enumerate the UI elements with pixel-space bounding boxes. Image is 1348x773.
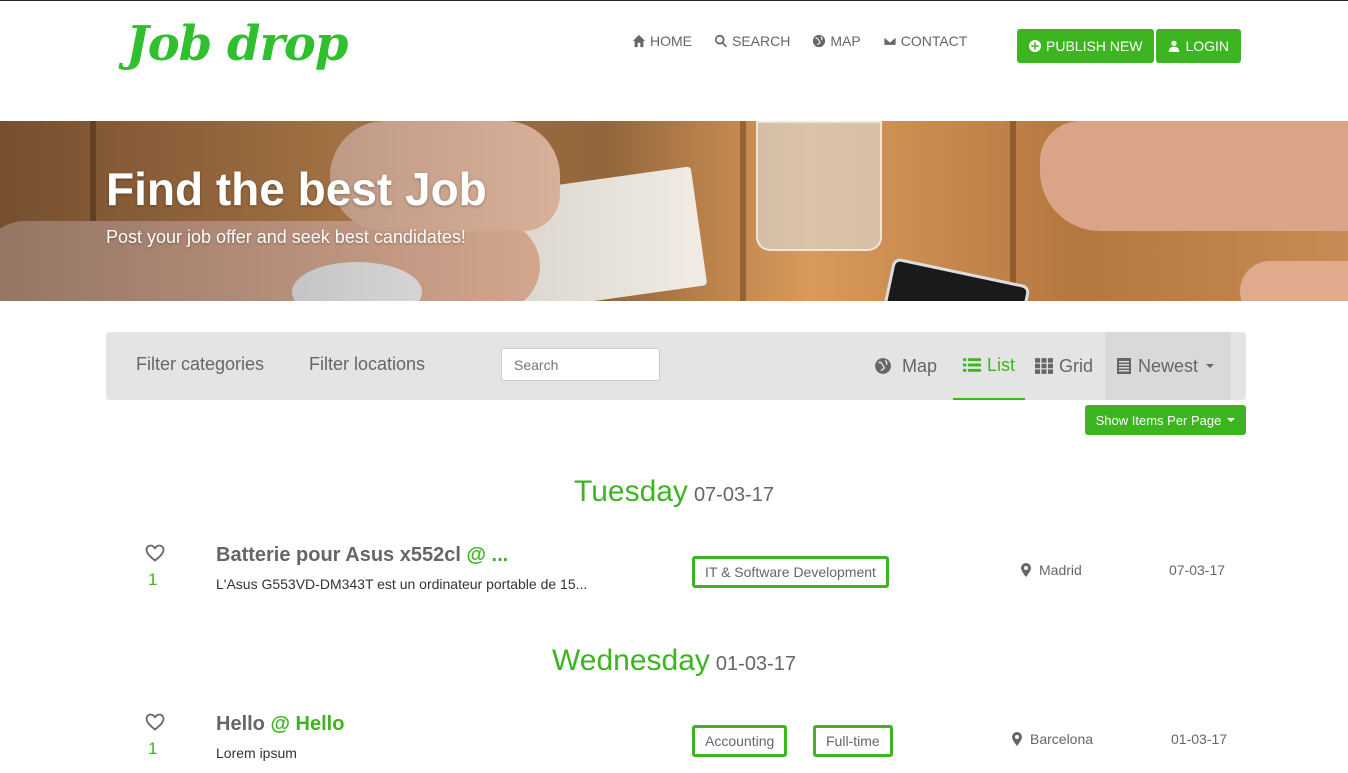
listing-description: Lorem ipsum [216,745,297,761]
location-label: Barcelona [1030,731,1094,747]
login-label: LOGIN [1185,38,1230,54]
water-glass-image [756,121,882,251]
document-icon [1117,358,1131,374]
listing-title-text: Hello [216,713,265,735]
listing-date: 07-03-17 [1169,562,1226,578]
publish-new-button[interactable]: PUBLISH NEW [1017,29,1155,63]
user-icon [1169,40,1180,52]
listing-company: @ Hello [270,713,345,735]
search-input[interactable] [501,348,660,381]
header-actions: PUBLISH NEW LOGIN [1017,29,1242,63]
category-tag[interactable]: Accounting [692,725,788,757]
caret-down-icon [1206,364,1215,368]
location-label: Madrid [1039,562,1082,578]
caret-down-icon [1227,418,1236,422]
map-marker-icon [1021,563,1031,577]
listing-title[interactable]: Hello @ Hello [216,713,344,736]
home-icon [632,34,646,48]
view-map-label: Map [902,355,938,376]
listing-date: 01-03-17 [1171,731,1228,747]
publish-new-label: PUBLISH NEW [1046,38,1143,54]
day-name: Wednesday [552,644,710,677]
map-marker-icon [1012,732,1022,746]
nav-home[interactable]: HOME [632,33,692,49]
filter-locations-button[interactable]: Filter locations [309,354,425,375]
search-icon [715,34,728,48]
hero-title: Find the best Job [106,163,487,215]
day-date: 01-03-17 [715,653,796,675]
listing-row: 1 Hello @ Hello Lorem ipsum Accounting F… [0,713,1348,773]
listing-location: Barcelona [1012,731,1093,747]
listing-location: Madrid [1021,562,1082,578]
like-count: 1 [148,570,158,589]
day-name: Tuesday [573,475,688,508]
top-border [0,0,1348,1]
nav-contact-label: CONTACT [900,33,968,49]
category-tag[interactable]: IT & Software Development [692,556,889,588]
nav-search-label: SEARCH [732,33,791,49]
login-button[interactable]: LOGIN [1156,29,1242,63]
listing-row: 1 Batterie pour Asus x552cl @ ... L'Asus… [0,544,1348,604]
listing-company: @ ... [466,544,509,566]
nav-map[interactable]: MAP [812,33,861,49]
hand-image [1240,261,1348,301]
listing-title-text: Batterie pour Asus x552cl [216,544,461,566]
view-grid-label: Grid [1059,355,1094,376]
listing-description: L'Asus G553VD-DM343T est un ordinateur p… [216,576,588,592]
list-icon [963,358,981,372]
envelope-icon [883,36,897,46]
like-count: 1 [148,739,158,758]
globe-icon [875,358,891,374]
view-grid-button[interactable]: Grid [1035,332,1093,400]
grid-icon [1035,358,1053,374]
items-per-page-label: Show Items Per Page [1095,412,1222,428]
site-logo[interactable]: Job drop [126,16,348,72]
view-map-button[interactable]: Map [874,332,937,400]
table-plank-line [740,121,746,301]
job-type-tag[interactable]: Full-time [813,725,893,757]
sort-dropdown[interactable]: Newest [1105,332,1231,400]
listing-title[interactable]: Batterie pour Asus x552cl @ ... [216,544,508,567]
table-plank-line [1010,121,1016,301]
filter-categories-button[interactable]: Filter categories [136,354,264,375]
nav-contact[interactable]: CONTACT [883,33,968,49]
hand-image [1040,121,1348,231]
hero-subtitle: Post your job offer and seek best candid… [106,227,466,247]
phone-image [881,257,1031,301]
heart-icon[interactable] [145,713,165,731]
heart-icon[interactable] [145,544,165,562]
items-per-page-button[interactable]: Show Items Per Page [1085,405,1246,435]
plus-circle-icon [1029,40,1041,52]
day-heading: Wednesday 01-03-17 [0,644,1348,678]
view-list-button[interactable]: List [953,332,1026,400]
main-nav: HOME SEARCH MAP CONTACT [632,33,967,49]
nav-map-label: MAP [830,33,861,49]
filter-bar: Filter categories Filter locations Map L… [106,332,1246,400]
view-list-label: List [987,354,1016,375]
globe-icon [813,34,826,48]
sort-label: Newest [1138,355,1199,376]
nav-search[interactable]: SEARCH [714,33,790,49]
day-heading: Tuesday 07-03-17 [0,475,1348,509]
day-date: 07-03-17 [693,484,774,506]
nav-home-label: HOME [650,33,692,49]
